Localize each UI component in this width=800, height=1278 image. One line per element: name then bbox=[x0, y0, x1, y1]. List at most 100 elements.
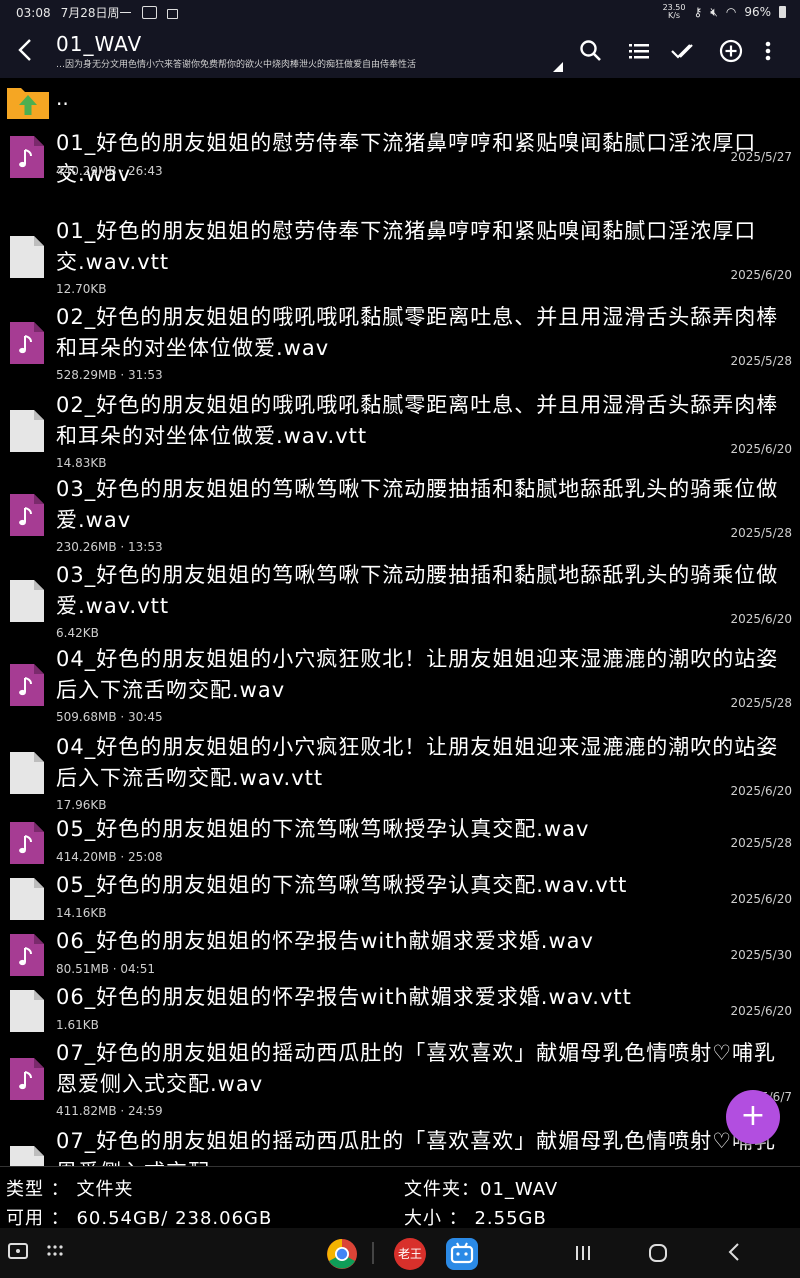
document-file-icon bbox=[10, 410, 44, 452]
file-meta: 12.70KB bbox=[56, 282, 106, 296]
audio-file-icon bbox=[10, 494, 44, 536]
file-date: 2025/5/28 bbox=[730, 354, 792, 368]
file-size: 14.83KB bbox=[56, 456, 107, 470]
parent-dir-label: .. bbox=[56, 86, 69, 110]
file-meta: 440.29MB · 26:43 bbox=[56, 164, 163, 178]
file-duration: 24:59 bbox=[128, 1104, 163, 1118]
file-meta: 528.29MB · 31:53 bbox=[56, 368, 163, 382]
file-date: 2025/6/20 bbox=[730, 268, 792, 282]
file-meta: 14.16KB bbox=[56, 906, 106, 920]
file-duration: 04:51 bbox=[120, 962, 155, 976]
file-name: 06_好色的朋友姐姐的怀孕报告with献媚求爱求婚.wav bbox=[56, 929, 594, 953]
file-meta: 80.51MB · 04:51 bbox=[56, 962, 155, 976]
document-file-icon bbox=[10, 990, 44, 1032]
file-name: 05_好色的朋友姐姐的下流笃啾笃啾授孕认真交配.wav bbox=[56, 817, 590, 841]
folder-up-icon bbox=[6, 84, 50, 124]
file-meta: 509.68MB · 30:45 bbox=[56, 710, 163, 724]
network-speed: 23.50 K/s bbox=[662, 3, 686, 20]
back-arrow-icon[interactable] bbox=[14, 36, 38, 64]
folder-info-bar: 类型 ： 文件夹 可用 ： 60.54GB/ 238.06GB 文件夹：01_W… bbox=[0, 1166, 800, 1229]
meta-separator: · bbox=[116, 1104, 129, 1118]
battery-icon bbox=[779, 6, 786, 18]
file-meta: 17.96KB bbox=[56, 798, 106, 812]
audio-file-icon bbox=[10, 934, 44, 976]
meta-separator: · bbox=[116, 850, 129, 864]
path-dropdown-icon[interactable] bbox=[553, 62, 563, 72]
file-date: 2025/6/20 bbox=[730, 612, 792, 626]
file-date: 2025/5/30 bbox=[730, 948, 792, 962]
document-file-icon bbox=[10, 752, 44, 794]
chrome-app-icon[interactable] bbox=[326, 1238, 358, 1274]
file-size: 414.20MB bbox=[56, 850, 117, 864]
file-size: 1.61KB bbox=[56, 1018, 99, 1032]
add-fab-button[interactable]: + bbox=[726, 1090, 780, 1144]
file-size: 6.42KB bbox=[56, 626, 99, 640]
file-size: 411.82MB bbox=[56, 1104, 117, 1118]
app-drawer-icon[interactable] bbox=[46, 1242, 66, 1266]
file-duration: 31:53 bbox=[128, 368, 163, 382]
list-view-icon[interactable] bbox=[626, 38, 654, 66]
audio-file-icon bbox=[10, 664, 44, 706]
file-meta: 1.61KB bbox=[56, 1018, 99, 1032]
file-meta: 414.20MB · 25:08 bbox=[56, 850, 163, 864]
key-icon: ⚷ bbox=[693, 5, 703, 19]
select-all-icon[interactable] bbox=[670, 38, 698, 66]
file-date: 2025/5/27 bbox=[730, 150, 792, 164]
bilibili-app-icon[interactable] bbox=[446, 1238, 478, 1274]
size-info: 大小 ： 2.55GB bbox=[404, 1208, 547, 1229]
file-size: 14.16KB bbox=[56, 906, 107, 920]
audio-file-icon bbox=[10, 1058, 44, 1100]
file-size: 80.51MB bbox=[56, 962, 109, 976]
document-file-icon bbox=[10, 878, 44, 920]
file-date: 2025/5/28 bbox=[730, 836, 792, 850]
document-file-icon bbox=[10, 236, 44, 278]
file-name: 03_好色的朋友姐姐的笃啾笃啾下流动腰抽插和黏腻地舔舐乳头的骑乘位做爱.wav.… bbox=[56, 563, 779, 618]
file-duration: 13:53 bbox=[128, 540, 163, 554]
lock-icon bbox=[166, 9, 178, 19]
search-icon[interactable] bbox=[578, 38, 606, 66]
file-name: 04_好色的朋友姐姐的小穴疯狂败北！让朋友姐姐迎来湿漉漉的潮吹的站姿后入下流舌吻… bbox=[56, 647, 779, 702]
meta-separator: · bbox=[116, 710, 129, 724]
file-name: 04_好色的朋友姐姐的小穴疯狂败北！让朋友姐姐迎来湿漉漉的潮吹的站姿后入下流舌吻… bbox=[56, 735, 779, 790]
file-list[interactable]: .. 01_好色的朋友姐姐的慰劳侍奉下流猪鼻哼哼和紧贴嗅闻黏腻口淫浓厚口交.wa… bbox=[0, 78, 800, 1166]
status-bar: 03:08 7月28日周一 23.50 K/s ⚷ 🔇︎ ◠ 96% bbox=[0, 0, 800, 24]
file-name: 02_好色的朋友姐姐的哦吼哦吼黏腻零距离吐息、并且用湿滑舌头舔弄肉棒和耳朵的对坐… bbox=[56, 305, 779, 360]
folder-title: 01_WAV bbox=[56, 32, 143, 56]
file-name: 07_好色的朋友姐姐的摇动西瓜肚的「喜欢喜欢」献媚母乳色情喷射♡哺乳恩爱侧入式交… bbox=[56, 1129, 775, 1166]
file-date: 2025/6/20 bbox=[730, 442, 792, 456]
file-name: 01_好色的朋友姐姐的慰劳侍奉下流猪鼻哼哼和紧贴嗅闻黏腻口淫浓厚口交.wav bbox=[56, 131, 757, 186]
wifi-icon: ◠ bbox=[725, 5, 737, 19]
folder-name-info: 文件夹：01_WAV bbox=[404, 1179, 559, 1200]
meta-separator: · bbox=[116, 368, 129, 382]
audio-file-icon bbox=[10, 822, 44, 864]
file-size: 528.29MB bbox=[56, 368, 117, 382]
notification-icon bbox=[141, 6, 157, 19]
file-date: 2025/5/28 bbox=[730, 696, 792, 710]
file-date: 2025/6/20 bbox=[730, 892, 792, 906]
file-meta: 6.42KB bbox=[56, 626, 99, 640]
parent-folder-row[interactable]: .. bbox=[0, 78, 800, 122]
app-bar: 01_WAV …因为身无分文用色情小穴来答谢你免费帮你的欲火中烧肉棒泄火的痴狂做… bbox=[0, 24, 800, 78]
file-duration: 25:08 bbox=[128, 850, 163, 864]
document-file-icon bbox=[10, 1146, 44, 1166]
file-duration: 26:43 bbox=[128, 164, 163, 178]
meta-separator: · bbox=[108, 962, 121, 976]
file-meta: 230.26MB · 13:53 bbox=[56, 540, 163, 554]
home-icon[interactable] bbox=[648, 1243, 668, 1267]
file-date: 2025/6/20 bbox=[730, 784, 792, 798]
file-meta: 411.82MB · 24:59 bbox=[56, 1104, 163, 1118]
taskbar-divider bbox=[372, 1242, 374, 1264]
laowang-app-icon[interactable]: 老王 bbox=[394, 1238, 426, 1270]
meta-separator: · bbox=[116, 540, 129, 554]
file-name: 05_好色的朋友姐姐的下流笃啾笃啾授孕认真交配.wav.vtt bbox=[56, 873, 628, 897]
type-info: 类型 ： 文件夹 bbox=[6, 1179, 134, 1200]
available-info: 可用 ： 60.54GB/ 238.06GB bbox=[6, 1208, 273, 1229]
audio-file-icon bbox=[10, 136, 44, 178]
folder-path[interactable]: …因为身无分文用色情小穴来答谢你免费帮你的欲火中烧肉棒泄火的痴狂做爱自由侍奉性活 bbox=[56, 57, 546, 70]
nav-back-icon[interactable] bbox=[726, 1242, 742, 1266]
more-options-icon[interactable] bbox=[758, 38, 778, 66]
recents-icon[interactable] bbox=[574, 1244, 592, 1266]
document-file-icon bbox=[10, 580, 44, 622]
add-circle-icon[interactable] bbox=[718, 38, 746, 66]
keyboard-icon[interactable] bbox=[8, 1242, 30, 1268]
